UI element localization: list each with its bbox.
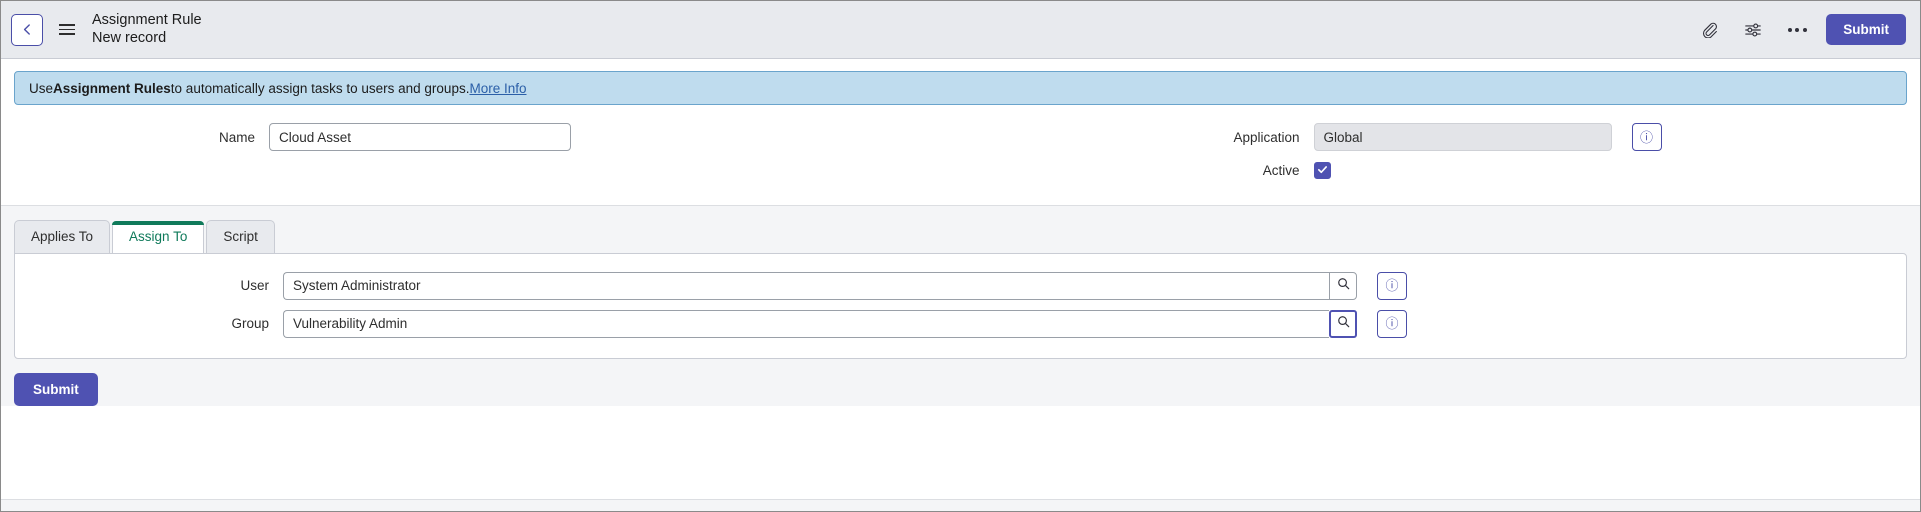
info-icon: ⓘ — [1385, 279, 1398, 292]
bottom-strip — [1, 499, 1920, 511]
tab-assign-to[interactable]: Assign To — [112, 221, 204, 253]
user-lookup-wrapper: System Administrator — [283, 272, 1357, 300]
user-input[interactable]: System Administrator — [283, 272, 1329, 300]
record-type-title: Assignment Rule — [92, 12, 202, 29]
form-footer: Submit — [1, 359, 1920, 406]
group-label: Group — [15, 316, 283, 331]
sliders-icon[interactable] — [1742, 19, 1764, 41]
name-field-group: Name Cloud Asset — [1, 123, 961, 151]
field-row-active: Active — [1, 162, 1920, 179]
page-title: Assignment Rule New record — [92, 12, 202, 46]
application-input: Global — [1314, 123, 1612, 151]
active-left-spacer — [1, 162, 961, 179]
header-actions — [1698, 19, 1808, 41]
submit-button-footer[interactable]: Submit — [14, 373, 98, 406]
user-label: User — [15, 278, 283, 293]
form-content: Use Assignment Rules to automatically as… — [1, 59, 1920, 511]
info-icon: ⓘ — [1385, 317, 1398, 330]
group-lookup-button[interactable] — [1329, 310, 1357, 338]
name-label: Name — [1, 130, 269, 145]
user-field-row: User System Administrator ⓘ — [15, 272, 1906, 300]
ellipsis-icon[interactable] — [1786, 19, 1808, 41]
user-info-button[interactable]: ⓘ — [1377, 272, 1407, 300]
tab-applies-to[interactable]: Applies To — [14, 220, 110, 253]
tab-list: Applies To Assign To Script — [14, 220, 1907, 253]
primary-fields: Name Cloud Asset Application Global ⓘ Ac… — [1, 105, 1920, 179]
active-checkbox[interactable] — [1314, 162, 1331, 179]
field-row-name-application: Name Cloud Asset Application Global ⓘ — [1, 123, 1920, 151]
chevron-left-icon — [21, 23, 34, 36]
banner-text-prefix: Use — [29, 81, 53, 96]
application-label: Application — [961, 130, 1314, 145]
row-spacer — [1, 151, 1920, 162]
banner-text-suffix: to automatically assign tasks to users a… — [171, 81, 470, 96]
submit-button-header[interactable]: Submit — [1826, 14, 1906, 45]
application-window: Assignment Rule New record — [0, 0, 1921, 512]
magnifier-icon — [1337, 277, 1350, 295]
group-field-row: Group Vulnerability Admin ⓘ — [15, 310, 1906, 338]
tab-script[interactable]: Script — [206, 220, 275, 253]
check-icon — [1317, 162, 1328, 180]
info-icon: ⓘ — [1640, 131, 1653, 144]
active-label: Active — [961, 163, 1314, 178]
group-lookup-wrapper: Vulnerability Admin — [283, 310, 1357, 338]
more-info-link[interactable]: More Info — [469, 81, 526, 96]
hamburger-icon[interactable] — [54, 17, 80, 43]
active-field-group: Active — [961, 162, 1921, 179]
group-input[interactable]: Vulnerability Admin — [283, 310, 1329, 338]
back-button[interactable] — [11, 14, 43, 46]
group-info-button[interactable]: ⓘ — [1377, 310, 1407, 338]
paperclip-icon[interactable] — [1698, 19, 1720, 41]
tab-section: Applies To Assign To Script User System … — [1, 205, 1920, 359]
banner-text-bold: Assignment Rules — [53, 81, 171, 96]
magnifier-icon — [1337, 315, 1350, 333]
user-lookup-button[interactable] — [1329, 272, 1357, 300]
application-info-button[interactable]: ⓘ — [1632, 123, 1662, 151]
application-field-group: Application Global ⓘ — [961, 123, 1921, 151]
form-header: Assignment Rule New record — [1, 1, 1920, 59]
assign-to-panel: User System Administrator ⓘ Gr — [14, 253, 1907, 359]
name-input[interactable]: Cloud Asset — [269, 123, 571, 151]
record-state-subtitle: New record — [92, 30, 202, 47]
info-banner: Use Assignment Rules to automatically as… — [14, 71, 1907, 105]
